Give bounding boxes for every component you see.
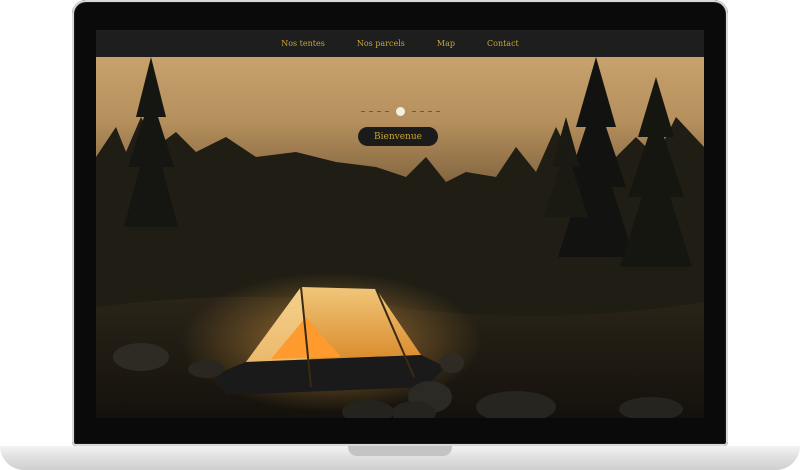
nav-link-nos-tentes[interactable]: Nos tentes <box>281 39 325 48</box>
nav-link-contact[interactable]: Contact <box>487 39 519 48</box>
carousel-dot[interactable] <box>411 111 416 112</box>
bienvenue-button[interactable]: Bienvenue <box>358 127 438 146</box>
laptop-notch <box>348 446 452 456</box>
top-navbar: Nos tentes Nos parcels Map Contact <box>96 30 704 57</box>
carousel-dot[interactable] <box>419 111 424 112</box>
carousel-dot-active[interactable] <box>395 107 405 116</box>
carousel-dot[interactable] <box>368 111 373 112</box>
laptop-screen: Nos tentes Nos parcels Map Contact Bienv… <box>96 30 704 418</box>
carousel-indicators <box>96 107 704 116</box>
carousel-dot[interactable] <box>435 111 440 112</box>
carousel-dot[interactable] <box>360 111 365 112</box>
nav-link-nos-parcels[interactable]: Nos parcels <box>357 39 405 48</box>
carousel-dot[interactable] <box>384 111 389 112</box>
carousel-dot[interactable] <box>376 111 381 112</box>
hero-image-camping-tent: Bienvenue <box>96 57 704 418</box>
nav-link-map[interactable]: Map <box>437 39 455 48</box>
carousel-dot[interactable] <box>427 111 432 112</box>
